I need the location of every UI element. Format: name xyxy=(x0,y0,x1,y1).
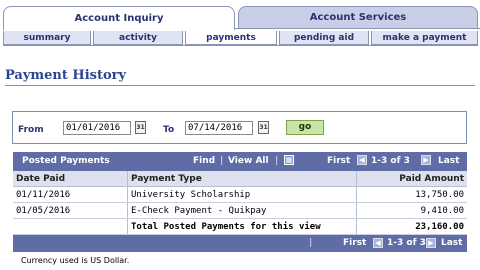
grid-title: Posted Payments xyxy=(22,156,110,166)
total-label: Total Posted Payments for this view xyxy=(131,222,321,232)
sub-tabs: summary activity payments pending aid ma… xyxy=(3,31,478,45)
footer-previous-arrow-icon[interactable]: ◀ xyxy=(373,238,383,249)
first-link[interactable]: First xyxy=(327,156,350,166)
column-divider xyxy=(356,203,357,218)
link-separator: | xyxy=(220,156,224,166)
total-row: Total Posted Payments for this view 23,1… xyxy=(13,219,467,235)
subtab-summary[interactable]: summary xyxy=(3,31,91,45)
row-date: 01/11/2016 xyxy=(16,190,71,200)
subtab-pending-aid[interactable]: pending aid xyxy=(279,31,369,45)
link-separator: | xyxy=(309,238,313,248)
from-label: From xyxy=(18,125,44,135)
grid-header-bar: Posted Payments Find | View All | ▦ Firs… xyxy=(13,152,467,171)
col-payment-type: Payment Type xyxy=(131,174,202,184)
currency-note: Currency used is US Dollar. xyxy=(21,256,130,265)
col-paid-amount: Paid Amount xyxy=(399,174,464,184)
main-tabs: Account Inquiry Account Services xyxy=(0,6,480,30)
table-row: 01/11/2016 University Scholarship 13,750… xyxy=(13,187,467,203)
row-range-text: 1-3 of 3 xyxy=(371,156,410,166)
subtab-make-a-payment[interactable]: make a payment xyxy=(371,31,478,45)
row-amount: 13,750.00 xyxy=(415,190,464,200)
to-label: To xyxy=(163,125,175,135)
go-button[interactable]: go xyxy=(286,120,324,135)
row-payment-type: E-Check Payment - Quikpay xyxy=(131,206,267,216)
footer-first-link[interactable]: First xyxy=(343,238,366,248)
last-link[interactable]: Last xyxy=(438,156,459,166)
column-divider xyxy=(127,171,128,186)
footer-next-arrow-icon[interactable]: ▶ xyxy=(426,238,436,249)
page-title: Payment History xyxy=(5,68,127,83)
to-calendar-icon[interactable]: 31 xyxy=(258,121,269,134)
total-amount: 23,160.00 xyxy=(415,222,464,232)
subtab-payments[interactable]: payments xyxy=(185,31,277,45)
view-all-link[interactable]: View All xyxy=(228,156,269,166)
subtab-baseline xyxy=(3,45,478,46)
link-separator: | xyxy=(275,156,279,166)
from-calendar-icon[interactable]: 31 xyxy=(135,121,146,134)
from-date-input[interactable]: 01/01/2016 xyxy=(63,121,131,135)
row-payment-type: University Scholarship xyxy=(131,190,251,200)
tab-account-inquiry[interactable]: Account Inquiry xyxy=(3,6,235,30)
grid-footer-bar: | First ◀ 1-3 of 3 ▶ Last xyxy=(13,235,467,252)
title-divider xyxy=(5,85,475,86)
grid-download-icon[interactable]: ▦ xyxy=(284,155,294,165)
tab-account-services[interactable]: Account Services xyxy=(238,6,478,28)
find-link[interactable]: Find xyxy=(193,156,215,166)
posted-payments-grid: Posted Payments Find | View All | ▦ Firs… xyxy=(13,152,467,252)
column-divider xyxy=(356,187,357,202)
row-amount: 9,410.00 xyxy=(420,206,464,216)
column-divider xyxy=(356,219,357,234)
column-divider xyxy=(127,219,128,234)
next-arrow-icon[interactable]: ▶ xyxy=(421,155,431,166)
footer-last-link[interactable]: Last xyxy=(441,238,462,248)
footer-row-range-text: 1-3 of 3 xyxy=(387,238,426,248)
row-date: 01/05/2016 xyxy=(16,206,71,216)
to-date-input[interactable]: 07/14/2016 xyxy=(185,121,253,135)
column-divider xyxy=(127,203,128,218)
table-row: 01/05/2016 E-Check Payment - Quikpay 9,4… xyxy=(13,203,467,219)
previous-arrow-icon[interactable]: ◀ xyxy=(357,155,367,166)
col-date-paid: Date Paid xyxy=(16,174,66,184)
column-divider xyxy=(127,187,128,202)
column-headers: Date Paid Payment Type Paid Amount xyxy=(13,171,467,187)
tab-baseline xyxy=(235,28,480,29)
column-divider xyxy=(356,171,357,186)
subtab-activity[interactable]: activity xyxy=(93,31,183,45)
